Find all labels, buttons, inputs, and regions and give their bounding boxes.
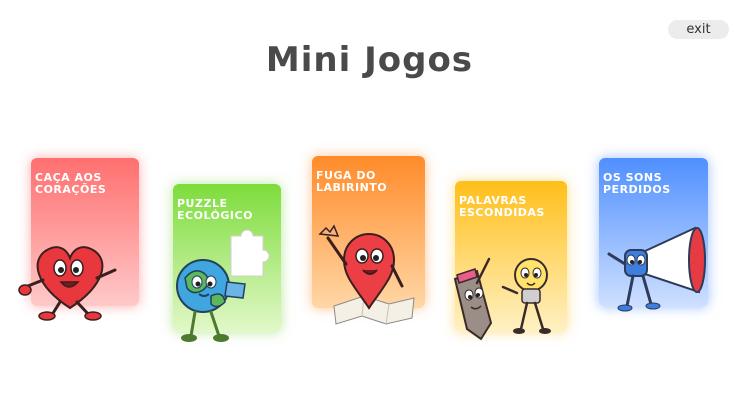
game-card-puzzle-ecologico[interactable]: PUZZLE ECOLÓGICO <box>173 184 281 342</box>
game-card-title: FUGA DO LABIRINTO <box>316 169 388 194</box>
game-card-palavras-escondidas[interactable]: PALAVRAS ESCONDIDAS <box>453 181 567 341</box>
pencil-and-lightbulb-characters-icon <box>453 257 551 341</box>
mini-games-screen: exit Mini Jogos CAÇA AOS CORAÇÕES PUZZLE… <box>0 0 739 413</box>
game-card-os-sons-perdidos[interactable]: OS SONS PERDIDOS <box>599 158 708 312</box>
game-card-caca-aos-coracoes[interactable]: CAÇA AOS CORAÇÕES <box>18 158 139 321</box>
game-card-title: OS SONS PERDIDOS <box>603 171 671 196</box>
game-card-title: PUZZLE ECOLÓGICO <box>177 197 253 222</box>
map-pin-character-icon <box>318 224 415 325</box>
exit-button[interactable]: exit <box>668 20 729 39</box>
page-title: Mini Jogos <box>265 40 474 80</box>
earth-puzzle-character-icon <box>176 229 270 342</box>
heart-character-icon <box>18 246 117 321</box>
game-card-title: CAÇA AOS CORAÇÕES <box>35 171 107 196</box>
game-card-title: PALAVRAS ESCONDIDAS <box>459 194 545 219</box>
game-card-fuga-do-labirinto[interactable]: FUGA DO LABIRINTO <box>312 156 425 325</box>
megaphone-character-icon <box>607 226 706 312</box>
